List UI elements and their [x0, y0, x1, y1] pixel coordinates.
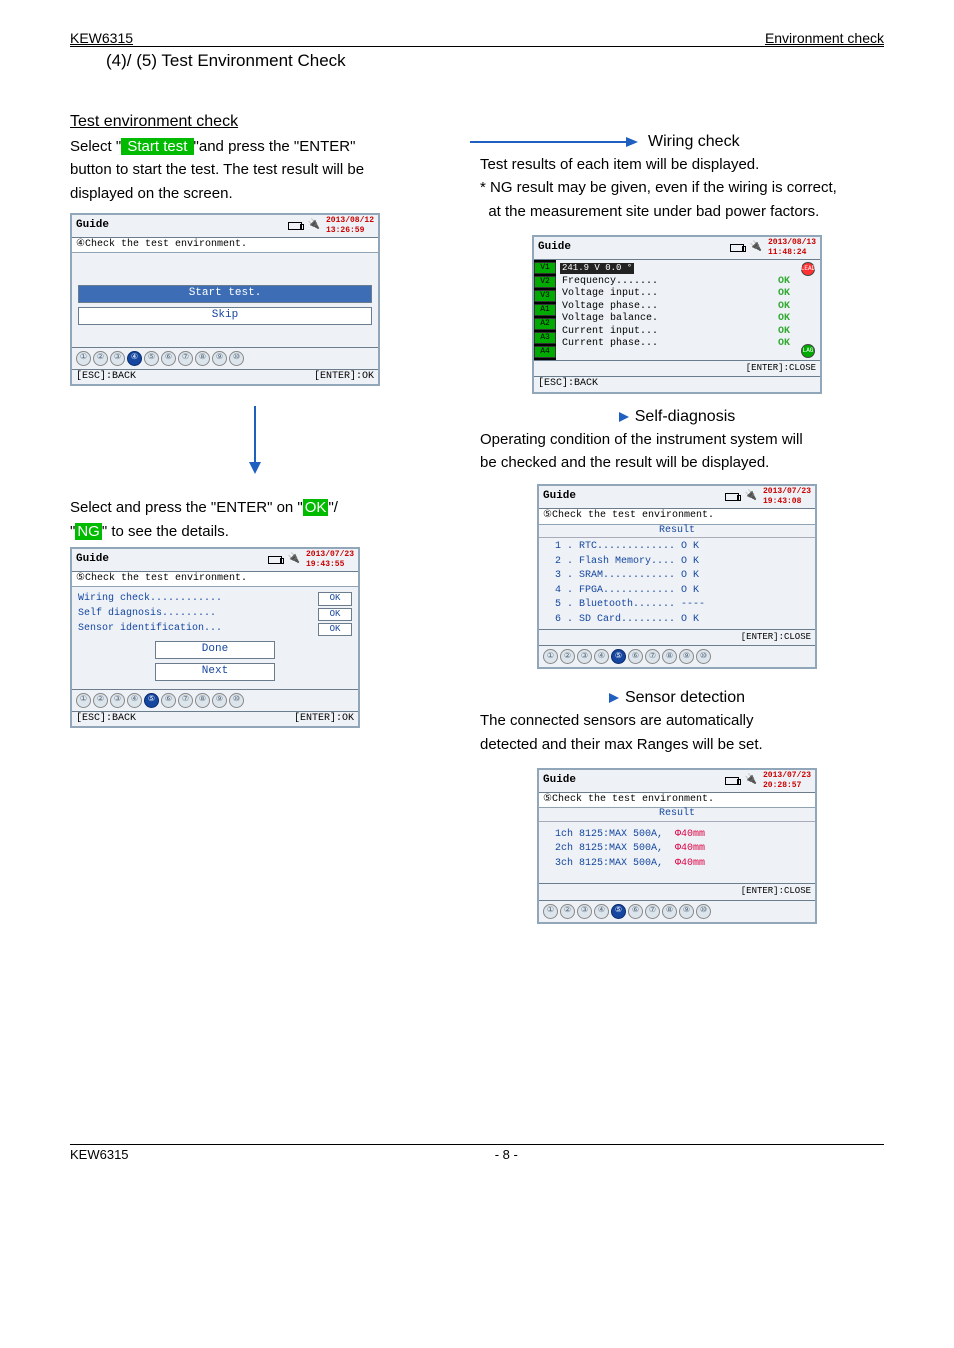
footer-page: - 8 - [495, 1147, 518, 1162]
row-wiring: Wiring check............ [78, 593, 314, 606]
plug-icon: 🔌 [745, 491, 757, 504]
probe-lead-icon: LEAD [801, 262, 815, 276]
btn-done[interactable]: Done [155, 641, 275, 659]
battery-icon [725, 493, 739, 501]
battery-icon [730, 244, 744, 252]
header-left: KEW6315 [70, 30, 133, 46]
dev2-enter: [ENTER]:OK [294, 713, 354, 726]
start-test-highlight: Start test [121, 138, 193, 155]
devs-time: 2013/07/23 19:43:08 [763, 487, 811, 507]
devw-enter: [ENTER]:CLOSE [534, 360, 820, 376]
dev1-band: ④Check the test environment. [72, 238, 378, 254]
flow-arrow-wiring [470, 135, 640, 149]
dev2-time: 2013/07/23 19:43:55 [306, 550, 354, 570]
devw-esc: [ESC]:BACK [538, 378, 598, 391]
dev1-title: Guide [76, 219, 109, 233]
dev2-esc: [ESC]:BACK [76, 713, 136, 726]
dev1-esc: [ESC]:BACK [76, 371, 136, 384]
btn-next[interactable]: Next [155, 663, 275, 681]
plug-icon: 🔌 [745, 775, 757, 788]
dev-start-test: Guide 🔌 2013/08/12 13:26:59 ④Check the t… [70, 213, 380, 387]
dev1-enter: [ENTER]:OK [314, 371, 374, 384]
ok-selfdiag[interactable]: OK [318, 608, 352, 621]
battery-icon [725, 777, 739, 785]
flow-arrow-sensor [609, 693, 619, 703]
dev-sensor: Guide 🔌 2013/07/23 20:28:57 ⑤Check the t… [537, 768, 817, 924]
btn-skip[interactable]: Skip [78, 307, 372, 325]
selfdiag-heading: Self-diagnosis [635, 408, 736, 426]
dev2-steps: ①②③④ ⑤ ⑥⑦⑧⑨⑩ [72, 689, 358, 711]
devw-time: 2013/08/13 11:48:24 [768, 238, 816, 258]
wiring-heading: Wiring check [648, 133, 740, 151]
ok-wiring[interactable]: OK [318, 592, 352, 605]
devn-time: 2013/07/23 20:28:57 [763, 771, 811, 791]
sensor-text: The connected sensors are automatically … [470, 707, 884, 762]
flow-arrow-down [245, 406, 265, 476]
devs-band: ⑤Check the test environment. [539, 509, 815, 525]
devw-title: Guide [538, 241, 571, 255]
plug-icon: 🔌 [288, 554, 300, 567]
dev-selfdiag: Guide 🔌 2013/07/23 19:43:08 ⑤Check the t… [537, 484, 817, 669]
dev2-title: Guide [76, 553, 109, 567]
selfdiag-text: Operating condition of the instrument sy… [470, 426, 884, 481]
probe-lag-icon: LAG [801, 344, 815, 358]
row-sensor: Sensor identification... [78, 623, 314, 636]
midtext: Select and press the "ENTER" on "OK"/ "N… [70, 496, 440, 543]
plug-icon: 🔌 [308, 220, 320, 233]
devn-title: Guide [543, 774, 576, 788]
page-header: KEW6315 Environment check [70, 30, 884, 47]
header-right: Environment check [765, 30, 884, 46]
ng-highlight: NG [75, 523, 102, 540]
wiring-text: Test results of each item will be displa… [470, 151, 884, 229]
devs-result-hdr: Result [539, 525, 815, 539]
devn-result-hdr: Result [539, 808, 815, 822]
test-env-heading: Test environment check [70, 113, 440, 131]
devs-title: Guide [543, 490, 576, 504]
devn-band: ⑤Check the test environment. [539, 793, 815, 809]
ok-sensor[interactable]: OK [318, 623, 352, 636]
section-title: (4)/ (5) Test Environment Check [70, 47, 884, 81]
plug-icon: 🔌 [750, 242, 762, 255]
battery-icon [268, 556, 282, 564]
devn-enter: [ENTER]:CLOSE [539, 883, 815, 899]
devw-leftlabels: V1V2V3A1A2A3A4 [534, 260, 556, 360]
dev1-time: 2013/08/12 13:26:59 [326, 216, 374, 236]
dev-results: Guide 🔌 2013/07/23 19:43:55 ⑤Check the t… [70, 547, 360, 728]
footer-left: KEW6315 [70, 1147, 129, 1162]
sensor-heading: Sensor detection [625, 689, 745, 707]
dev1-steps: ①②③ ④ ⑤⑥⑦ ⑧⑨⑩ [72, 347, 378, 369]
devn-steps: ①②③④ ⑤ ⑥⑦⑧⑨⑩ [539, 900, 815, 922]
devs-steps: ①②③④ ⑤ ⑥⑦⑧⑨⑩ [539, 645, 815, 667]
devs-enter: [ENTER]:CLOSE [539, 629, 815, 645]
row-selfdiag: Self diagnosis......... [78, 608, 314, 621]
test-env-text: Select " Start test "and press the "ENTE… [70, 135, 440, 205]
devw-topval: 241.9 V 0.0 ° [560, 263, 634, 274]
dev-wiring: Guide 🔌 2013/08/13 11:48:24 V1V2V3A1A2A3… [532, 235, 822, 394]
ok-highlight: OK [303, 499, 329, 516]
flow-arrow-selfdiag [619, 412, 629, 422]
btn-start-test[interactable]: Start test. [78, 285, 372, 303]
dev2-band: ⑤Check the test environment. [72, 572, 358, 588]
page-footer: KEW6315 - 8 - [70, 1144, 884, 1162]
battery-icon [288, 222, 302, 230]
